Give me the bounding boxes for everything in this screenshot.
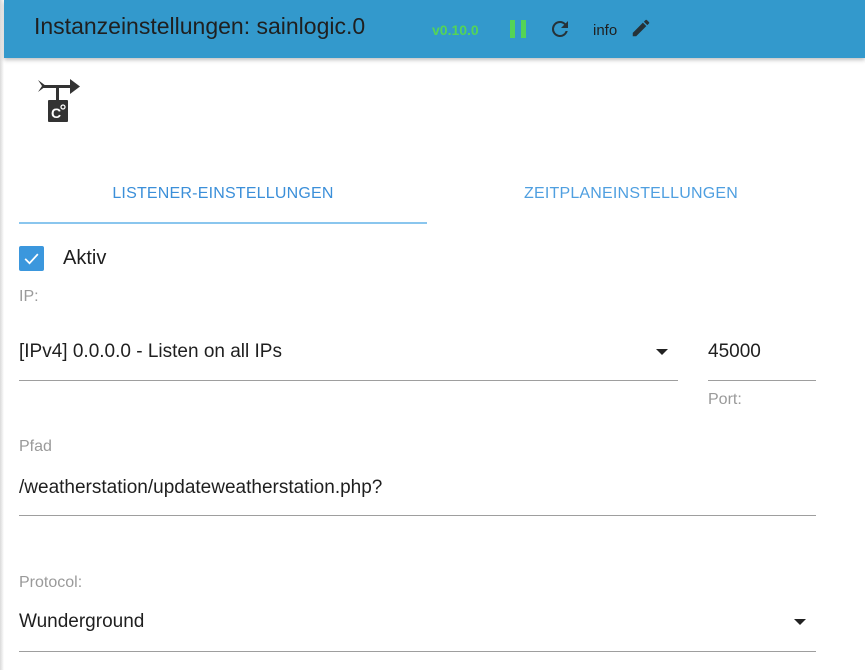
info-link[interactable]: info [593, 22, 617, 39]
reload-icon[interactable] [548, 17, 572, 41]
chevron-down-icon [656, 349, 668, 355]
chevron-down-icon [794, 619, 806, 625]
protocol-underline [19, 651, 816, 652]
page-title: Instanzeinstellungen: sainlogic.0 [34, 13, 366, 39]
active-tab-indicator [19, 222, 427, 224]
port-underline [708, 380, 816, 381]
header-bar: Instanzeinstellungen: sainlogic.0 v0.10.… [4, 0, 865, 58]
path-underline [19, 515, 816, 516]
version-badge: v0.10.0 [432, 22, 479, 38]
weather-vane-celsius-icon: C [36, 76, 82, 124]
settings-tabs: LISTENER-EINSTELLUNGEN ZEITPLANEINSTELLU… [19, 166, 835, 224]
edit-icon[interactable] [630, 17, 652, 39]
tab-listener-settings[interactable]: LISTENER-EINSTELLUNGEN [19, 166, 427, 224]
ip-select[interactable]: [IPv4] 0.0.0.0 - Listen on all IPs [19, 341, 282, 363]
svg-text:C: C [51, 105, 61, 121]
protocol-label: Protocol: [19, 574, 83, 591]
path-label: Pfad [19, 438, 52, 455]
path-input[interactable]: /weatherstation/updateweatherstation.php… [19, 477, 382, 499]
ip-label: IP: [19, 288, 39, 305]
pause-icon[interactable] [509, 19, 527, 39]
tab-schedule-settings[interactable]: ZEITPLANEINSTELLUNGEN [427, 166, 835, 224]
active-checkbox[interactable] [19, 246, 44, 271]
port-label: Port: [708, 391, 742, 408]
instance-settings-page: Instanzeinstellungen: sainlogic.0 v0.10.… [0, 0, 865, 670]
protocol-select[interactable]: Wunderground [19, 611, 144, 633]
port-input[interactable]: 45000 [708, 341, 761, 363]
left-edge-shadow [0, 0, 4, 670]
ip-underline [19, 380, 678, 381]
active-checkbox-label: Aktiv [63, 247, 107, 269]
